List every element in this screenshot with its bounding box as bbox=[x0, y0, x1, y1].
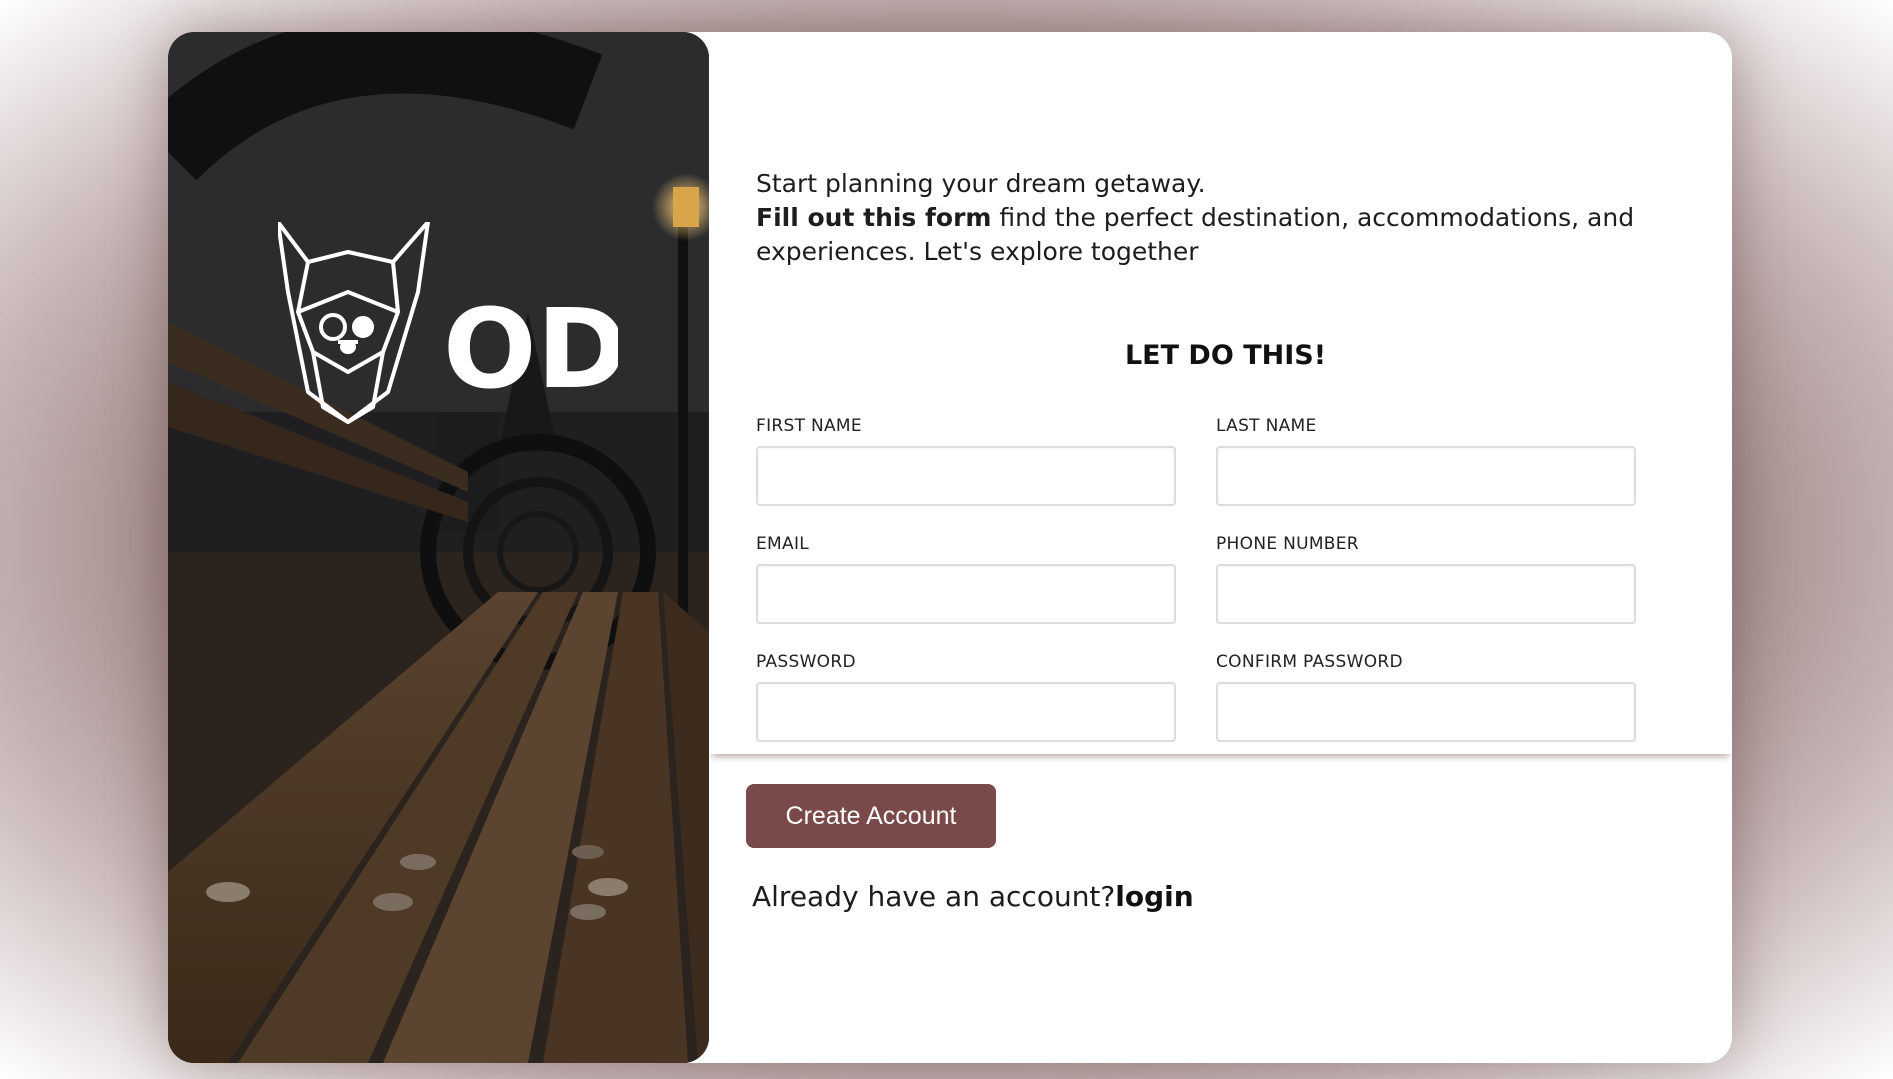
password-group: PASSWORD bbox=[756, 652, 1176, 742]
intro-line1: Start planning your dream getaway. bbox=[756, 169, 1206, 198]
login-link[interactable]: login bbox=[1115, 880, 1193, 913]
first-name-label: FIRST NAME bbox=[756, 416, 862, 436]
bench-photo bbox=[168, 32, 709, 1063]
phone-input[interactable] bbox=[1216, 564, 1636, 624]
viking-helmet-icon: ODIN bbox=[276, 220, 709, 424]
confirm-password-label: CONFIRM PASSWORD bbox=[1216, 652, 1403, 672]
password-label: PASSWORD bbox=[756, 652, 856, 672]
form-panel: Start planning your dream getaway. Fill … bbox=[709, 32, 1732, 754]
last-name-group: LAST NAME bbox=[1216, 416, 1636, 506]
last-name-input[interactable] bbox=[1216, 446, 1636, 506]
login-prompt-text: Already have an account? bbox=[752, 880, 1116, 913]
intro-bold: Fill out this form bbox=[756, 203, 992, 232]
phone-label: PHONE NUMBER bbox=[1216, 534, 1359, 554]
confirm-password-group: CONFIRM PASSWORD bbox=[1216, 652, 1636, 742]
create-account-button[interactable]: Create Account bbox=[746, 784, 996, 848]
odin-logo: ODIN bbox=[276, 220, 709, 467]
phone-group: PHONE NUMBER bbox=[1216, 534, 1636, 624]
first-name-group: FIRST NAME bbox=[756, 416, 1176, 506]
email-input[interactable] bbox=[756, 564, 1176, 624]
last-name-label: LAST NAME bbox=[1216, 416, 1317, 436]
login-prompt: Already have an account?login bbox=[752, 880, 1194, 913]
email-group: EMAIL bbox=[756, 534, 1176, 624]
first-name-input[interactable] bbox=[756, 446, 1176, 506]
hero-image-panel: ODIN bbox=[168, 32, 709, 1063]
email-label: EMAIL bbox=[756, 534, 810, 554]
password-input[interactable] bbox=[756, 682, 1176, 742]
form-section: Start planning your dream getaway. Fill … bbox=[709, 32, 1732, 1063]
form-title: LET DO THIS! bbox=[1124, 340, 1327, 371]
logo-text: ODIN bbox=[443, 285, 618, 413]
signup-card: ODIN Start planning your dream getaway. … bbox=[168, 32, 1732, 1063]
intro-text: Start planning your dream getaway. Fill … bbox=[756, 167, 1656, 269]
confirm-password-input[interactable] bbox=[1216, 682, 1636, 742]
